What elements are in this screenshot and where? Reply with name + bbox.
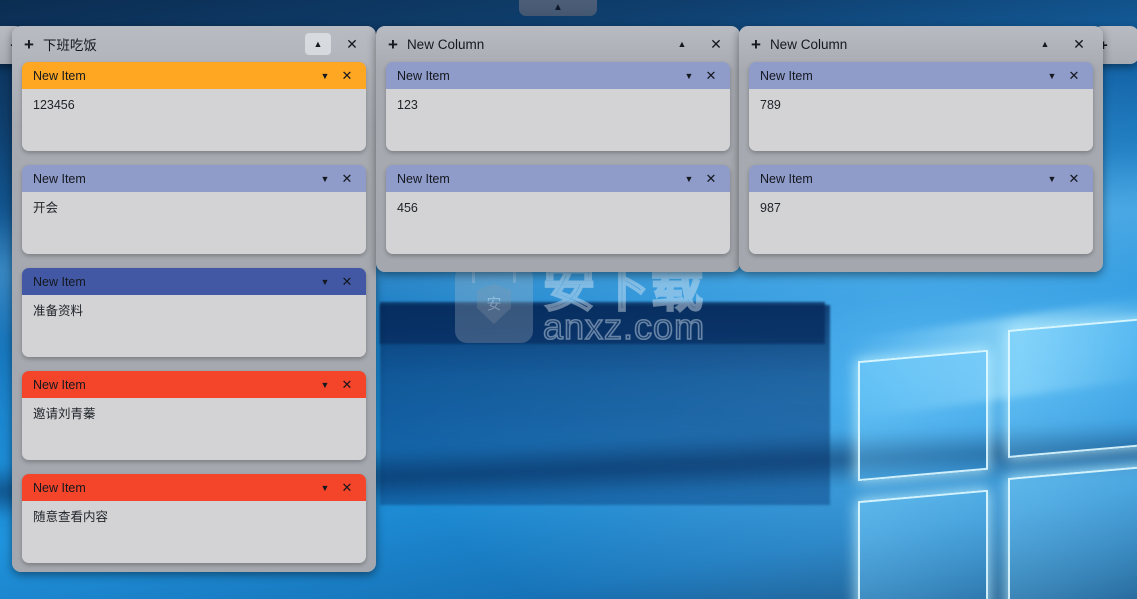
card-body-text[interactable]: 邀请刘青蓁: [22, 398, 366, 460]
kanban-card[interactable]: New Item ▼ ✕ 随意查看内容: [22, 474, 366, 563]
card-title[interactable]: New Item: [33, 481, 314, 495]
add-item-icon[interactable]: +: [388, 36, 398, 53]
card-color-dropdown-icon[interactable]: ▼: [1041, 174, 1063, 184]
kanban-column: + 下班吃饭 ▲ ✕ New Item ▼ ✕ 123456 New Item ▼ ✕ 开会 New I…: [12, 26, 376, 572]
add-item-icon[interactable]: +: [751, 36, 761, 53]
card-header[interactable]: New Item ▼ ✕: [22, 268, 366, 295]
kanban-board: + + +下班吃饭▲✕New Item▼✕123456New Item▼✕开会N…: [0, 0, 1137, 599]
card-body-text[interactable]: 456: [386, 192, 730, 254]
card-title[interactable]: New Item: [33, 275, 314, 289]
column-header[interactable]: + New Column ▲ ✕: [386, 26, 730, 62]
card-title[interactable]: New Item: [397, 172, 678, 186]
close-column-button[interactable]: ✕: [340, 33, 364, 55]
kanban-card[interactable]: New Item ▼ ✕ 开会: [22, 165, 366, 254]
card-header[interactable]: New Item ▼ ✕: [749, 165, 1093, 192]
card-color-dropdown-icon[interactable]: ▼: [314, 483, 336, 493]
close-card-button[interactable]: ✕: [336, 171, 358, 187]
close-column-button[interactable]: ✕: [704, 33, 728, 55]
close-card-button[interactable]: ✕: [336, 480, 358, 496]
card-title[interactable]: New Item: [760, 172, 1041, 186]
card-header[interactable]: New Item ▼ ✕: [749, 62, 1093, 89]
kanban-column: + New Column ▲ ✕ New Item ▼ ✕ 789 New Item ▼ ✕ 987: [739, 26, 1103, 272]
card-body-text[interactable]: 987: [749, 192, 1093, 254]
close-card-button[interactable]: ✕: [336, 377, 358, 393]
chevron-up-icon: ▲: [313, 38, 323, 49]
column-header[interactable]: + 下班吃饭 ▲ ✕: [22, 26, 366, 62]
close-card-button[interactable]: ✕: [700, 171, 722, 187]
chevron-up-icon: ▲: [677, 38, 687, 49]
card-title[interactable]: New Item: [760, 69, 1041, 83]
card-body-text[interactable]: 准备资料: [22, 295, 366, 357]
collapse-column-button[interactable]: ▲: [305, 33, 331, 55]
card-header[interactable]: New Item ▼ ✕: [386, 165, 730, 192]
card-body-text[interactable]: 开会: [22, 192, 366, 254]
card-body-text[interactable]: 789: [749, 89, 1093, 151]
card-color-dropdown-icon[interactable]: ▼: [314, 277, 336, 287]
chevron-up-icon: ▲: [1040, 38, 1050, 49]
card-header[interactable]: New Item ▼ ✕: [22, 474, 366, 501]
close-card-button[interactable]: ✕: [700, 68, 722, 84]
card-color-dropdown-icon[interactable]: ▼: [314, 174, 336, 184]
column-title[interactable]: New Column: [407, 37, 660, 52]
collapse-column-button[interactable]: ▲: [1032, 33, 1058, 55]
card-header[interactable]: New Item ▼ ✕: [22, 371, 366, 398]
collapse-column-button[interactable]: ▲: [669, 33, 695, 55]
kanban-card[interactable]: New Item ▼ ✕ 789: [749, 62, 1093, 151]
kanban-card[interactable]: New Item ▼ ✕ 456: [386, 165, 730, 254]
card-body-text[interactable]: 123: [386, 89, 730, 151]
close-column-button[interactable]: ✕: [1067, 33, 1091, 55]
kanban-card[interactable]: New Item ▼ ✕ 123456: [22, 62, 366, 151]
card-color-dropdown-icon[interactable]: ▼: [314, 380, 336, 390]
card-color-dropdown-icon[interactable]: ▼: [678, 71, 700, 81]
card-title[interactable]: New Item: [33, 172, 314, 186]
kanban-card[interactable]: New Item ▼ ✕ 123: [386, 62, 730, 151]
card-header[interactable]: New Item ▼ ✕: [22, 165, 366, 192]
card-title[interactable]: New Item: [33, 69, 314, 83]
kanban-card[interactable]: New Item ▼ ✕ 邀请刘青蓁: [22, 371, 366, 460]
card-body-text[interactable]: 随意查看内容: [22, 501, 366, 563]
add-item-icon[interactable]: +: [24, 36, 34, 53]
kanban-card[interactable]: New Item ▼ ✕ 987: [749, 165, 1093, 254]
card-color-dropdown-icon[interactable]: ▼: [314, 71, 336, 81]
card-title[interactable]: New Item: [397, 69, 678, 83]
close-card-button[interactable]: ✕: [336, 68, 358, 84]
column-header[interactable]: + New Column ▲ ✕: [749, 26, 1093, 62]
card-header[interactable]: New Item ▼ ✕: [22, 62, 366, 89]
kanban-card[interactable]: New Item ▼ ✕ 准备资料: [22, 268, 366, 357]
kanban-column: + New Column ▲ ✕ New Item ▼ ✕ 123 New Item ▼ ✕ 456: [376, 26, 740, 272]
card-color-dropdown-icon[interactable]: ▼: [678, 174, 700, 184]
card-title[interactable]: New Item: [33, 378, 314, 392]
desktop-root: 安 安下载 anxz.com ▲ + + +下班吃饭▲✕New Item▼✕12…: [0, 0, 1137, 599]
card-header[interactable]: New Item ▼ ✕: [386, 62, 730, 89]
card-color-dropdown-icon[interactable]: ▼: [1041, 71, 1063, 81]
card-body-text[interactable]: 123456: [22, 89, 366, 151]
column-title[interactable]: New Column: [770, 37, 1023, 52]
close-card-button[interactable]: ✕: [336, 274, 358, 290]
close-card-button[interactable]: ✕: [1063, 171, 1085, 187]
close-card-button[interactable]: ✕: [1063, 68, 1085, 84]
column-title[interactable]: 下班吃饭: [43, 34, 296, 54]
